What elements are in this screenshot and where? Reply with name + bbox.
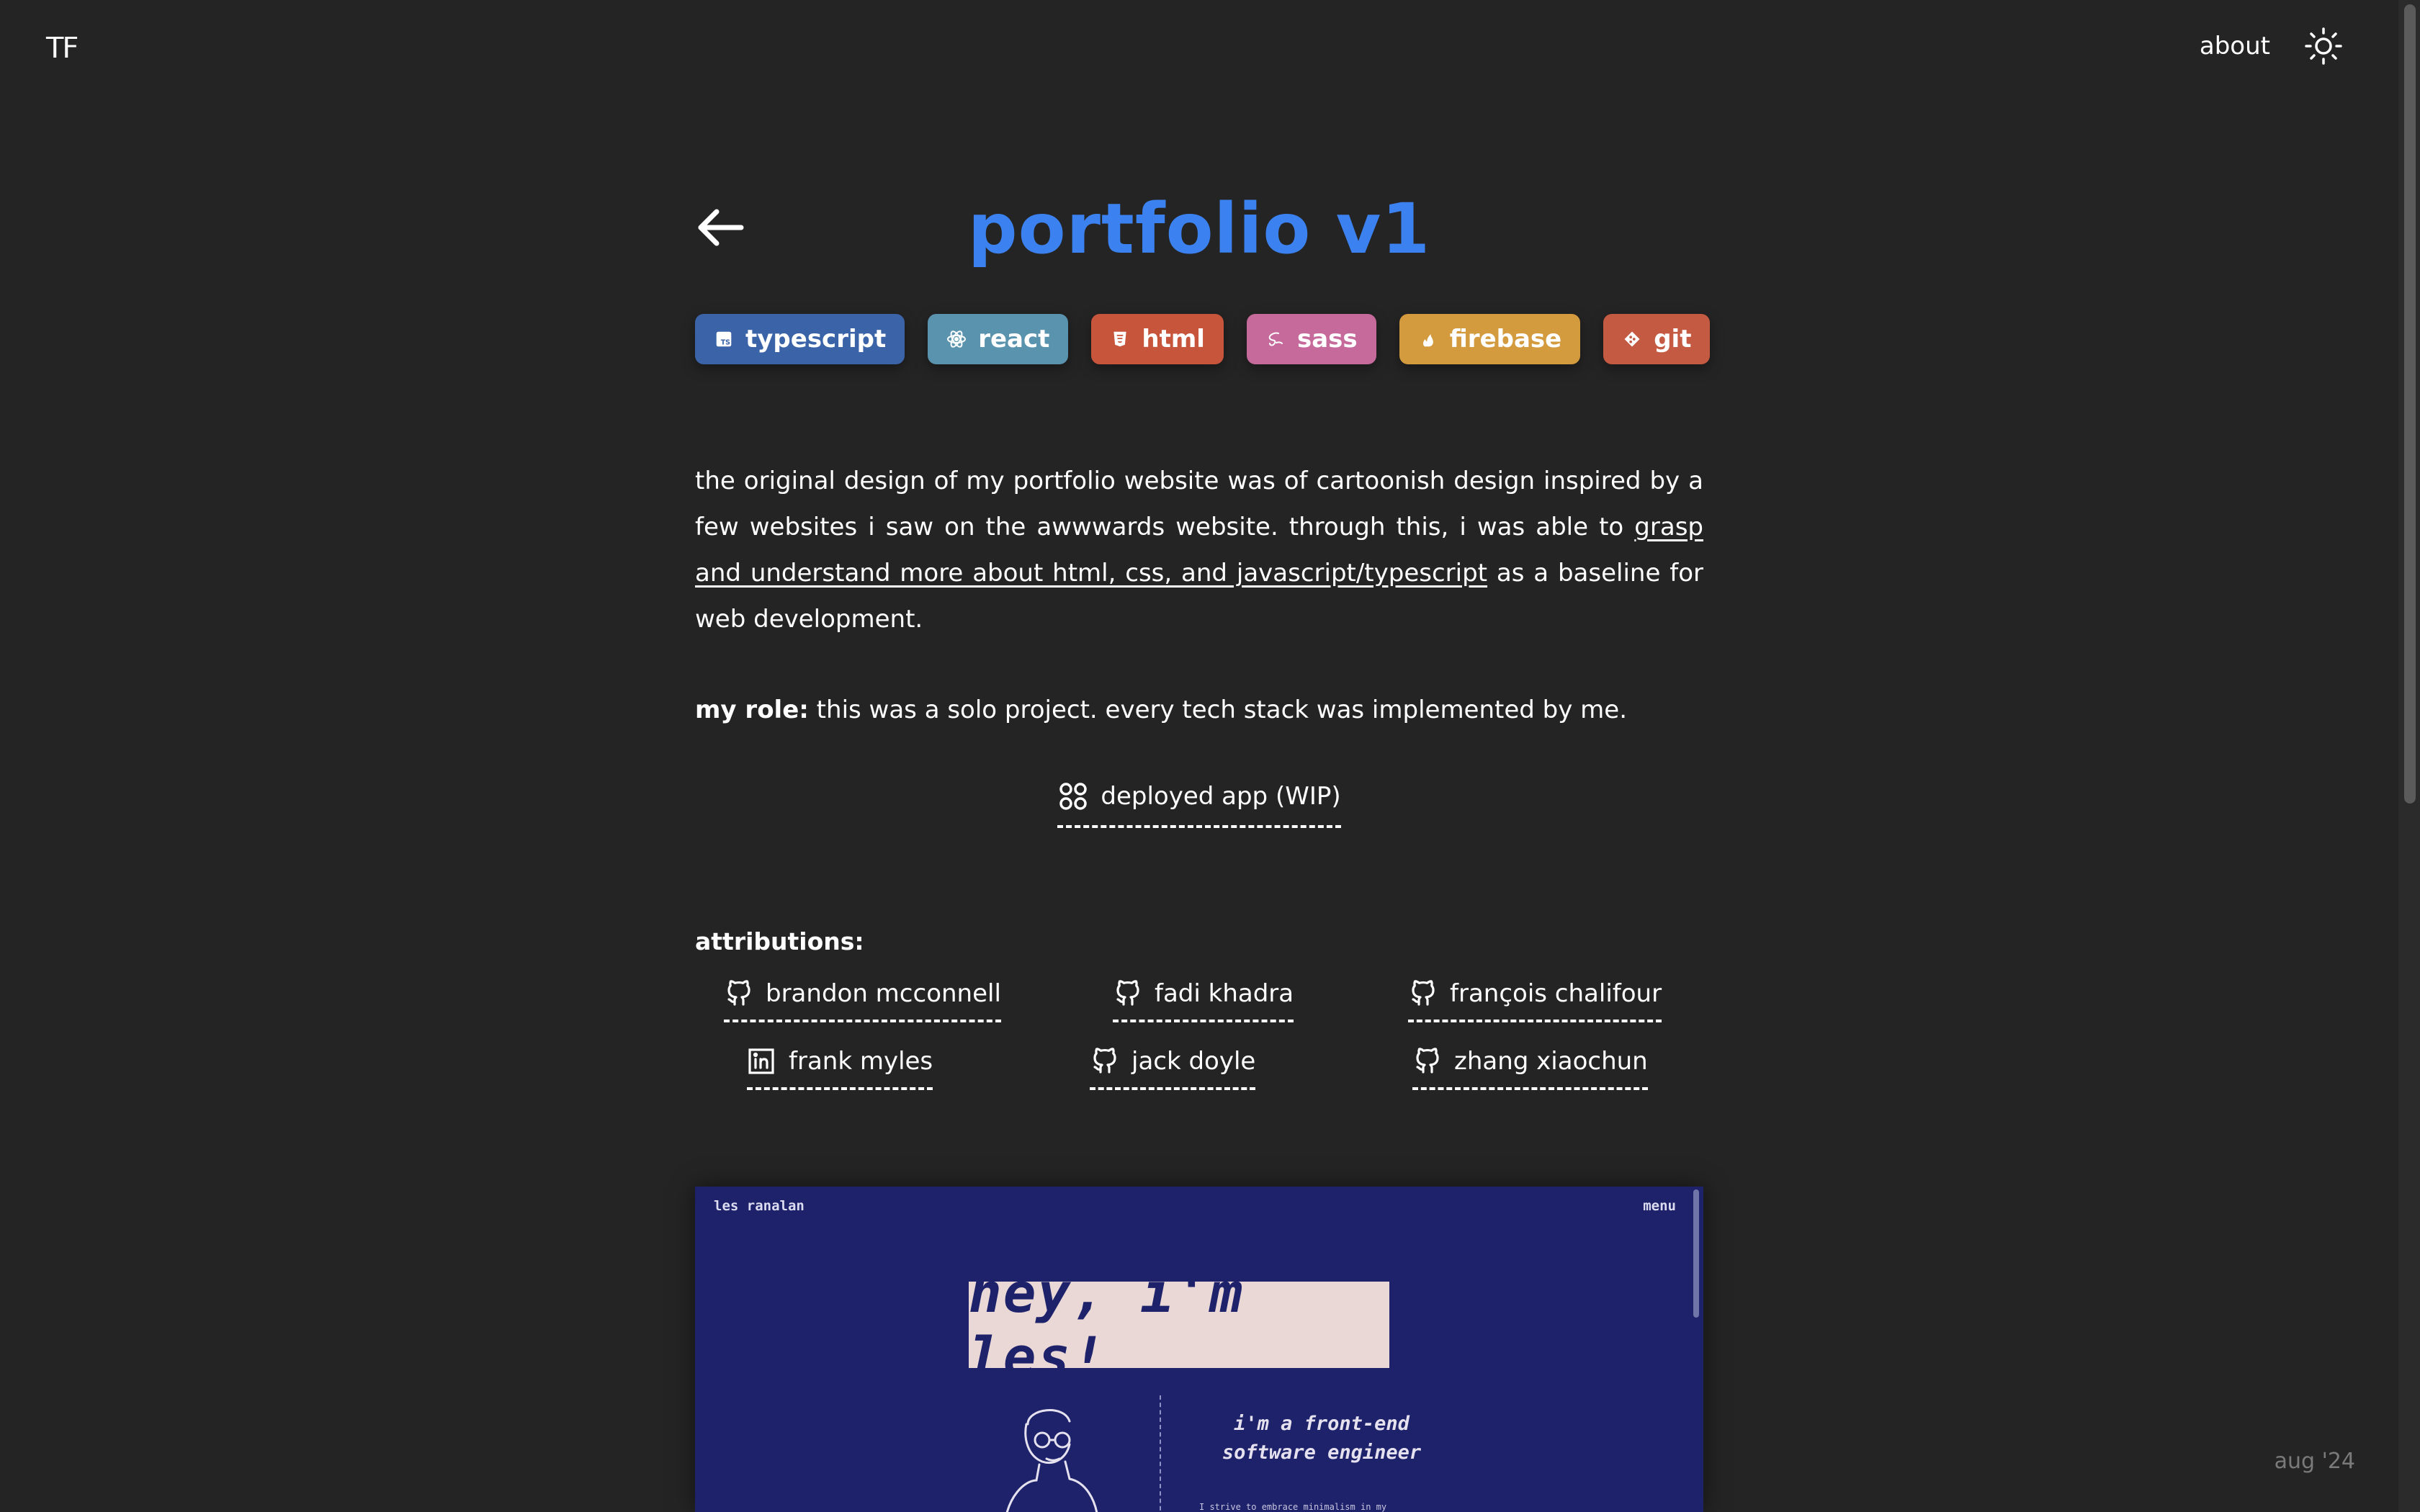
attribution-link[interactable]: jack doyle: [1090, 1047, 1256, 1090]
project-preview-screenshot: les ranalan menu hey, i'm les! i'm a fro…: [695, 1187, 1703, 1512]
github-icon: [1093, 1048, 1116, 1074]
sun-icon: [2305, 27, 2342, 65]
description-text: the original design of my portfolio webs…: [695, 467, 1703, 541]
linkedin-icon: [748, 1048, 774, 1074]
page-scrollbar[interactable]: [2398, 0, 2420, 1512]
tech-tags: TS typescript react html sass firebase g…: [695, 314, 1711, 364]
theme-toggle-button[interactable]: [2303, 26, 2344, 66]
tag-git: git: [1603, 314, 1711, 364]
typescript-icon: TS: [714, 329, 734, 349]
nav-about-link[interactable]: about: [2200, 32, 2270, 60]
role-text: this was a solo project. every tech stac…: [808, 696, 1628, 724]
page-title: portfolio v1: [967, 189, 1431, 269]
preview-small-text: I strive to embrace minimalism in my: [1199, 1502, 1387, 1512]
html5-icon: [1110, 329, 1130, 349]
footer-date: aug '24: [2274, 1449, 2355, 1474]
preview-role: i'm a front-end software engineer: [1199, 1410, 1444, 1467]
svg-text:TS: TS: [721, 339, 730, 347]
attribution-link[interactable]: zhang xiaochun: [1412, 1047, 1648, 1090]
tag-label: html: [1142, 325, 1205, 354]
attribution-link[interactable]: fadi khadra: [1113, 979, 1294, 1022]
tag-html: html: [1091, 314, 1224, 364]
preview-menu: menu: [1643, 1198, 1676, 1214]
project-description: the original design of my portfolio webs…: [695, 458, 1703, 642]
github-icon: [1116, 980, 1139, 1006]
preview-role-line1: i'm a front-end: [1234, 1413, 1410, 1435]
tag-sass: sass: [1246, 314, 1376, 364]
apps-icon: [1059, 783, 1088, 810]
github-icon: [1412, 980, 1435, 1006]
tag-label: typescript: [745, 325, 887, 354]
attribution-link[interactable]: brandon mcconnell: [724, 979, 1001, 1022]
sass-icon: [1265, 329, 1286, 349]
preview-role-line2: software engineer: [1222, 1441, 1422, 1464]
react-icon: [946, 329, 967, 349]
attribution-name: françois chalifour: [1450, 979, 1662, 1008]
scrollbar-thumb[interactable]: [2404, 4, 2416, 804]
tag-label: react: [978, 325, 1050, 354]
firebase-icon: [1418, 329, 1438, 349]
github-icon: [1416, 1048, 1439, 1074]
attribution-link[interactable]: françois chalifour: [1408, 979, 1662, 1022]
git-icon: [1622, 329, 1642, 349]
preview-brand: les ranalan: [714, 1198, 805, 1214]
role-label: my role:: [695, 696, 809, 724]
tag-typescript: TS typescript: [695, 314, 905, 364]
attribution-name: fadi khadra: [1155, 979, 1294, 1008]
deployed-app-link[interactable]: deployed app (WIP): [1055, 780, 1343, 828]
preview-scrollbar: [1693, 1189, 1699, 1318]
attribution-name: frank myles: [789, 1047, 933, 1076]
avatar-illustration: [1005, 1409, 1098, 1512]
preview-divider: [1160, 1395, 1161, 1512]
attribution-link[interactable]: frank myles: [747, 1047, 933, 1090]
github-icon: [727, 980, 750, 1006]
preview-headline: hey, i'm les!: [969, 1261, 1389, 1389]
tag-label: git: [1654, 325, 1692, 354]
attribution-name: zhang xiaochun: [1454, 1047, 1648, 1076]
tag-label: sass: [1296, 325, 1358, 354]
my-role: my role: this was a solo project. every …: [695, 694, 1627, 726]
site-logo[interactable]: ꓔꓝ: [46, 32, 79, 65]
attribution-name: jack doyle: [1131, 1047, 1256, 1076]
deployed-app-label: deployed app (WIP): [1101, 782, 1341, 811]
page: ꓔꓝ about portfolio v1 TS typescript reac…: [0, 0, 2420, 1512]
attributions-title: attributions:: [695, 927, 864, 955]
tag-label: firebase: [1449, 325, 1562, 354]
attribution-name: brandon mcconnell: [766, 979, 1001, 1008]
tag-react: react: [928, 314, 1069, 364]
tag-firebase: firebase: [1399, 314, 1581, 364]
